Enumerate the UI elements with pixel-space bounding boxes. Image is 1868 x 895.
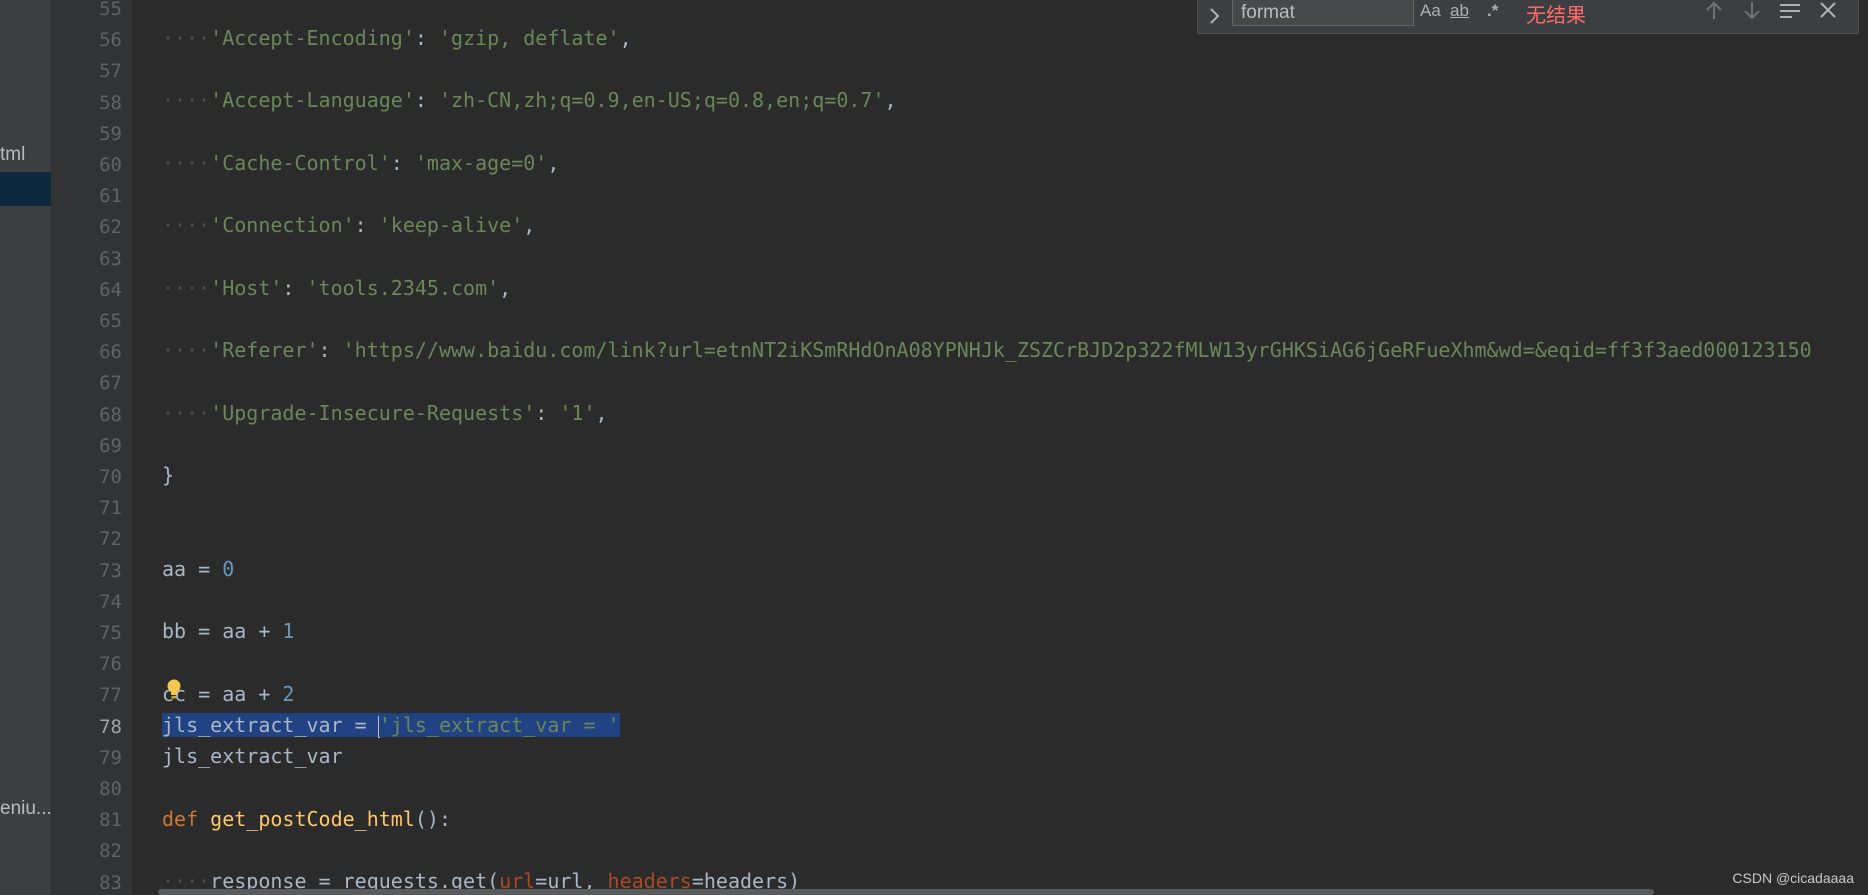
line-number: 83: [99, 871, 122, 894]
find-input[interactable]: [1232, 0, 1414, 26]
line-number: 71: [99, 497, 122, 520]
line-number: 67: [99, 372, 122, 395]
line-number: 61: [99, 185, 122, 208]
line-number: 55: [99, 0, 122, 20]
sidebar-item-html[interactable]: tml: [0, 144, 25, 166]
code-line-60: ····'Cache-Control': 'max-age=0',: [162, 151, 560, 175]
code-line-58: ····'Accept-Language': 'zh-CN,zh;q=0.9,e…: [162, 88, 897, 112]
line-number: 78: [99, 715, 122, 738]
line-number: 75: [99, 622, 122, 644]
line-number: 73: [99, 559, 122, 582]
line-number: 58: [99, 91, 122, 114]
match-case-option[interactable]: Aa: [1420, 0, 1441, 22]
code-line-81: def get_postCode_html():: [162, 807, 451, 831]
sidebar-item-geniu[interactable]: eniu...: [0, 798, 51, 820]
regex-option[interactable]: .*: [1487, 0, 1498, 22]
line-number: 74: [99, 590, 122, 613]
code-editor[interactable]: ····'Accept-Encoding': 'gzip, deflate', …: [133, 0, 1868, 895]
horizontal-scrollbar[interactable]: [158, 889, 1654, 895]
line-number: 60: [99, 154, 122, 176]
watermark: CSDN @cicadaaaa: [1732, 870, 1854, 886]
line-number: 70: [99, 466, 122, 488]
code-line-64: ····'Host': 'tools.2345.com',: [162, 276, 512, 300]
line-number: 72: [99, 528, 122, 551]
line-number: 66: [99, 341, 122, 364]
selected-code: jls_extract_var =: [162, 713, 379, 737]
code-line-70: }: [162, 463, 175, 487]
selected-string: 'jls_extract_var = ': [378, 713, 620, 737]
arrow-down-icon[interactable]: [1740, 0, 1764, 22]
line-number: 77: [99, 684, 122, 707]
code-line-66: ····'Referer': 'https//www.baidu.com/lin…: [162, 338, 1812, 362]
line-number: 68: [99, 403, 122, 426]
find-in-selection-icon[interactable]: [1778, 0, 1802, 22]
whole-word-option[interactable]: ab: [1450, 0, 1469, 22]
code-line-56: ····'Accept-Encoding': 'gzip, deflate',: [162, 26, 632, 50]
line-number: 80: [99, 778, 122, 800]
find-status: 无结果: [1526, 5, 1586, 27]
line-number: 59: [99, 122, 122, 145]
chevron-right-icon[interactable]: [1206, 6, 1224, 26]
line-number: 69: [99, 434, 122, 457]
line-number: 82: [99, 840, 122, 863]
lightbulb-icon[interactable]: [166, 679, 182, 701]
line-number: 62: [99, 216, 122, 239]
line-number: 65: [99, 310, 122, 332]
project-sidebar: tml eniu...: [0, 0, 52, 895]
line-number: 63: [99, 247, 122, 270]
line-number: 79: [99, 746, 122, 769]
arrow-up-icon[interactable]: [1702, 0, 1726, 22]
sidebar-item-selected[interactable]: [0, 172, 51, 206]
code-line-62: ····'Connection': 'keep-alive',: [162, 213, 536, 237]
find-bar: Aa ab .* 无结果: [1197, 0, 1859, 34]
close-icon[interactable]: [1816, 0, 1840, 22]
code-line-78[interactable]: jls_extract_var = 'jls_extract_var = ': [162, 713, 620, 738]
line-number: 56: [99, 29, 122, 52]
line-number: 64: [99, 278, 122, 301]
line-number: 57: [99, 60, 122, 83]
line-number: 81: [99, 809, 122, 832]
code-line-68: ····'Upgrade-Insecure-Requests': '1',: [162, 401, 608, 425]
code-line-75: bb = aa + 1: [162, 619, 295, 643]
line-number-gutter: 55 56 57 58 59 60 61 62 63 64 65 66 67 68 69 70 71 72 73 74…: [52, 0, 132, 895]
line-number: 76: [99, 653, 122, 676]
code-line-73: aa = 0: [162, 557, 235, 581]
code-line-79: jls_extract_var: [162, 744, 343, 768]
